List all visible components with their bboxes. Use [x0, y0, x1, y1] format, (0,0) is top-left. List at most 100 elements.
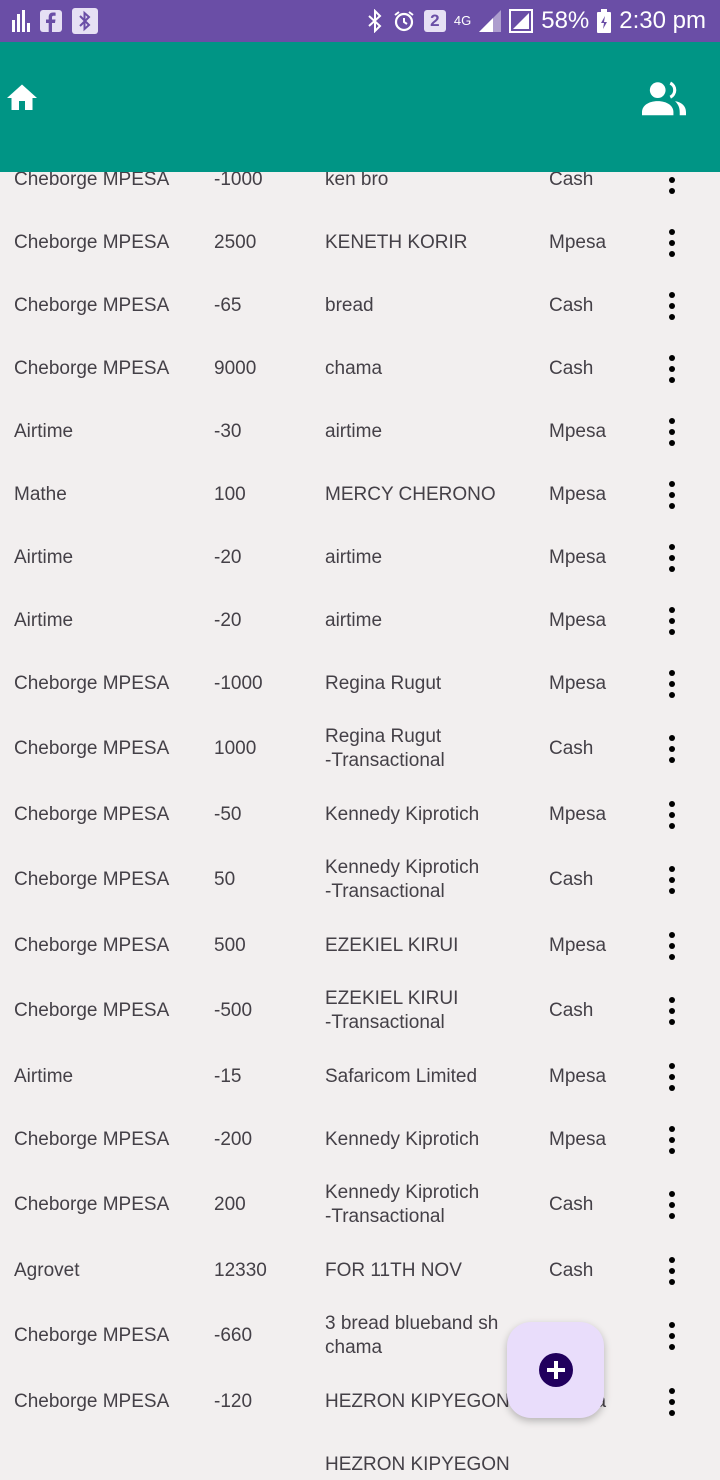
transaction-description: Regina Rugut -Transactional: [325, 726, 445, 771]
transaction-category: Airtime: [14, 420, 74, 442]
transaction-row[interactable]: Cheborge MPESA 9000 chama Cash: [0, 337, 720, 400]
transaction-row[interactable]: Cheborge MPESA 500 EZEKIEL KIRUI Mpesa: [0, 914, 720, 977]
transaction-row[interactable]: Airtime -30 airtime Mpesa: [0, 400, 720, 463]
transaction-row[interactable]: Mathe 100 MERCY CHERONO Mpesa: [0, 463, 720, 526]
transaction-amount: -200: [214, 1128, 253, 1150]
transaction-amount: -1000: [214, 672, 263, 694]
row-menu-button[interactable]: [650, 337, 694, 400]
transaction-amount: 9000: [214, 357, 257, 379]
signal-icon: [479, 10, 502, 32]
transaction-row[interactable]: Cheborge MPESA -660 3 bread blueband sh ch…: [0, 1302, 720, 1370]
row-menu-button[interactable]: [650, 1239, 694, 1302]
transaction-mode: [549, 1433, 629, 1480]
row-menu-button[interactable]: [650, 846, 694, 914]
transaction-description: HEZRON KIPYEGON: [325, 1453, 510, 1475]
bluetooth-icon: [72, 8, 98, 34]
people-button[interactable]: [642, 80, 686, 116]
row-menu-button[interactable]: [650, 715, 694, 783]
transaction-mode: Cash: [549, 357, 594, 379]
row-menu-button[interactable]: [650, 1045, 694, 1108]
home-button[interactable]: [4, 80, 40, 116]
sim-icon: 2: [423, 10, 446, 32]
row-menu-button[interactable]: [650, 463, 694, 526]
transaction-mode: Cash: [549, 869, 594, 890]
row-menu-button[interactable]: [650, 652, 694, 715]
transaction-category: Cheborge MPESA: [14, 738, 170, 759]
row-menu-button[interactable]: [650, 1302, 694, 1370]
transaction-description: Kennedy Kiprotich: [325, 803, 480, 825]
transaction-row[interactable]: Cheborge MPESA-120 HEZRON KIPYEGONMpesa: [0, 1370, 720, 1433]
transaction-amount: -500: [214, 1000, 253, 1021]
bluetooth-icon: [366, 9, 384, 33]
row-menu-button[interactable]: [650, 526, 694, 589]
row-menu-button[interactable]: [650, 1171, 694, 1239]
transaction-mode: Cash: [549, 1259, 594, 1281]
alarm-icon: [392, 9, 416, 33]
transaction-row[interactable]: Cheborge MPESA 50 Kennedy Kiprotich -Tran…: [0, 846, 720, 914]
transaction-amount: 500: [214, 934, 246, 956]
transaction-row[interactable]: Airtime -20 airtime Mpesa: [0, 589, 720, 652]
more-vert-icon: [669, 417, 675, 446]
row-menu-button[interactable]: [650, 1108, 694, 1171]
transaction-amount: 100: [214, 483, 246, 505]
transaction-row[interactable]: Cheborge MPESA 1000 Regina Rugut -Transac…: [0, 715, 720, 783]
transaction-mode: Mpesa: [549, 803, 607, 825]
transaction-row[interactable]: Cheborge MPESA -200 Kennedy Kiprotich Mpes…: [0, 1108, 720, 1171]
transaction-category: Cheborge MPESA: [14, 1128, 170, 1150]
row-menu-button[interactable]: [650, 783, 694, 846]
transaction-category: Cheborge MPESA: [14, 1390, 170, 1412]
signal-icon: [509, 9, 534, 33]
transaction-amount: -50: [214, 803, 242, 825]
transaction-description: MERCY CHERONO: [325, 483, 496, 505]
transaction-category: Cheborge MPESA: [14, 1194, 170, 1215]
transaction-description: Regina Rugut: [325, 672, 442, 694]
transaction-amount: -20: [214, 546, 242, 568]
row-menu-button[interactable]: [650, 211, 694, 274]
transaction-category: Cheborge MPESA: [14, 1325, 170, 1346]
facebook-icon: [40, 10, 62, 32]
more-vert-icon: [669, 1256, 675, 1285]
transaction-description: chama: [325, 357, 383, 379]
transaction-description: FOR 11TH NOV: [325, 1259, 462, 1281]
transaction-mode: Cash: [549, 1194, 594, 1215]
more-vert-icon: [669, 1125, 675, 1154]
transaction-mode: Mpesa: [549, 1128, 607, 1150]
transaction-description: Kennedy Kiprotich -Transactional: [325, 1182, 480, 1227]
transaction-category: Cheborge MPESA: [14, 672, 170, 694]
more-vert-icon: [669, 1322, 675, 1350]
transaction-amount: -65: [214, 294, 242, 316]
transaction-description: airtime: [325, 546, 383, 568]
transaction-category: Airtime: [14, 546, 74, 568]
transaction-row[interactable]: Cheborge MPESA -50 Kennedy Kiprotich Mpesa: [0, 783, 720, 846]
row-menu-button[interactable]: [650, 914, 694, 977]
transaction-row[interactable]: Cheborge MPESA -500 EZEKIEL KIRUI -Transa…: [0, 977, 720, 1045]
transaction-mode: Mpesa: [549, 609, 607, 631]
transaction-row[interactable]: Airtime -20 airtime Mpesa: [0, 526, 720, 589]
transaction-row[interactable]: Cheborge MPESA 2500 KENETH KORIR Mpesa: [0, 211, 720, 274]
transaction-row[interactable]: Cheborge MPESA -65 bread Cash: [0, 274, 720, 337]
transaction-description: Kennedy Kiprotich: [325, 1128, 480, 1150]
row-menu-button[interactable]: [650, 589, 694, 652]
network-type: 4G: [453, 13, 472, 28]
transaction-row[interactable]: Cheborge MPESA -1000 Regina Rugut Mpesa: [0, 652, 720, 715]
row-menu-button[interactable]: [650, 977, 694, 1045]
row-menu-button[interactable]: [650, 274, 694, 337]
more-vert-icon: [669, 354, 675, 383]
transaction-description: Kennedy Kiprotich -Transactional: [325, 857, 480, 902]
transaction-list: Cheborge MPESA -1000 ken bro Cash Cheborge M…: [0, 148, 720, 1480]
more-vert-icon: [669, 606, 675, 635]
transaction-description: HEZRON KIPYEGON: [325, 1390, 510, 1412]
transaction-amount: 2500: [214, 231, 257, 253]
more-vert-icon: [669, 291, 675, 320]
transaction-row[interactable]: HEZRON KIPYEGON: [0, 1433, 720, 1480]
row-menu-button[interactable]: [650, 1370, 694, 1433]
add-transaction-button[interactable]: [507, 1322, 604, 1418]
transaction-category: Cheborge MPESA: [14, 231, 170, 253]
row-menu-button[interactable]: [650, 400, 694, 463]
more-vert-icon: [669, 866, 675, 894]
transaction-row[interactable]: Agrovet 12330 FOR 11TH NOV Cash: [0, 1239, 720, 1302]
transaction-row[interactable]: Airtime -15 Safaricom Limited Mpesa: [0, 1045, 720, 1108]
battery-percent: 58%: [541, 7, 590, 34]
transaction-row[interactable]: Cheborge MPESA 200 Kennedy Kiprotich -Tra…: [0, 1171, 720, 1239]
transaction-mode: Mpesa: [549, 420, 607, 442]
